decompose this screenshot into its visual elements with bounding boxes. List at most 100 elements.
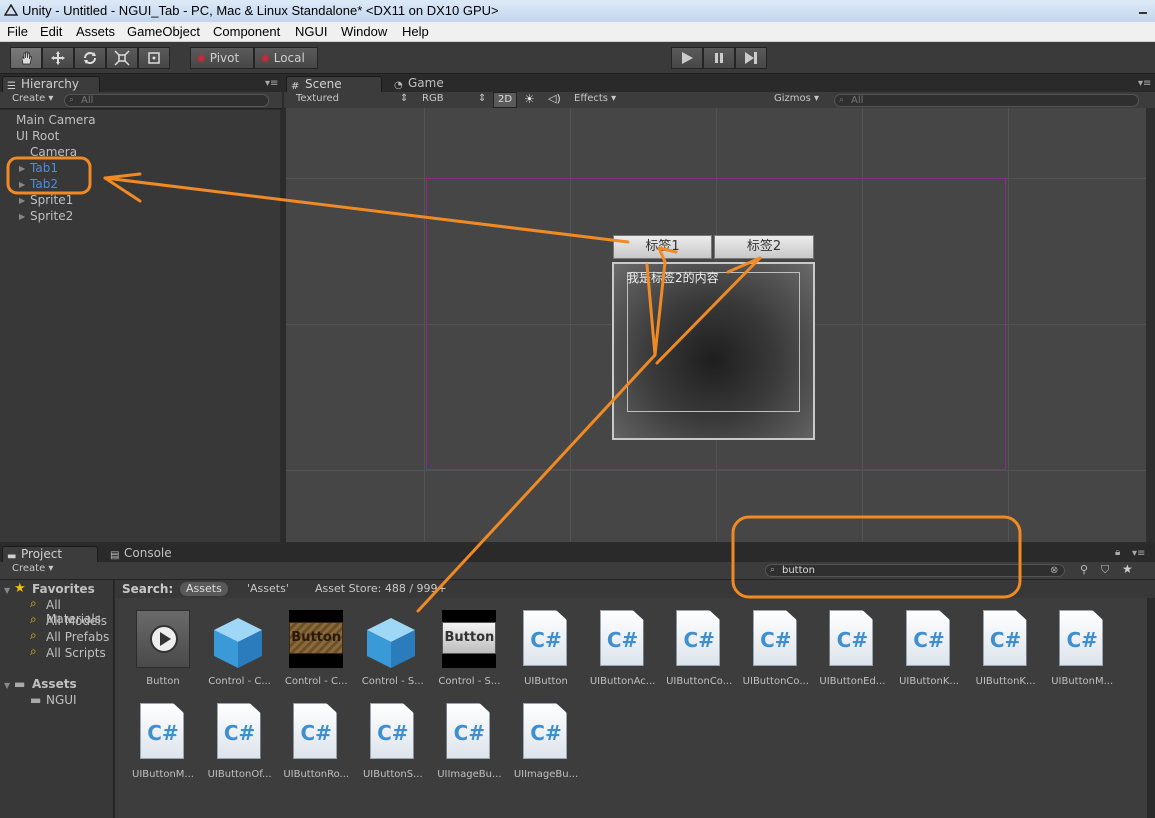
button-prefab-thumbnail xyxy=(136,610,190,668)
panel-menu-icon[interactable]: ▾≡ xyxy=(1132,548,1145,559)
favorites-heading[interactable]: Favorites xyxy=(32,582,95,596)
hierarchy-item-tab2[interactable]: Tab2 xyxy=(30,177,58,191)
assets-folder[interactable]: Assets xyxy=(32,677,77,691)
menu-gameobject[interactable]: GameObject xyxy=(127,24,200,39)
hierarchy-tabbar: ☰ Hierarchy ▾≡ xyxy=(0,75,282,93)
scope-assets-folder[interactable]: 'Assets' xyxy=(247,582,289,595)
move-tool-button[interactable] xyxy=(42,47,74,69)
menu-file[interactable]: File xyxy=(7,24,28,39)
scene-search-placeholder: All xyxy=(851,95,864,106)
color-mode-value: RGB xyxy=(422,93,444,104)
menu-ngui[interactable]: NGUI xyxy=(295,24,328,39)
pivot-toggle[interactable]: ◉ Pivot xyxy=(190,47,254,69)
panel-menu-icon[interactable]: ▾≡ xyxy=(1138,78,1151,89)
tab-hierarchy[interactable]: ☰ Hierarchy xyxy=(2,76,100,93)
play-button[interactable] xyxy=(671,47,703,69)
menu-help[interactable]: Help xyxy=(402,24,429,39)
gizmos-dropdown[interactable]: Gizmos ▾ xyxy=(774,93,819,104)
tab-project[interactable]: ▬ Project xyxy=(2,546,98,563)
scene-tab1-button[interactable]: 标签1 xyxy=(613,235,712,259)
lighting-icon[interactable]: ☀ xyxy=(524,92,535,106)
menu-assets[interactable]: Assets xyxy=(76,24,115,39)
csharp-script-icon: C# xyxy=(446,703,491,759)
project-search-input[interactable]: ⌕ button ⊗ xyxy=(765,564,1065,577)
scene-tabbar: # Scene ◔ Game ▾≡ xyxy=(284,75,1155,93)
shading-mode-dropdown[interactable]: Textured ⇕ xyxy=(296,93,410,104)
favorite-all-scripts[interactable]: All Scripts xyxy=(46,646,106,660)
csharp-script-icon: C# xyxy=(752,610,797,666)
local-toggle[interactable]: ◉ Local xyxy=(254,47,318,69)
project-scrollbar[interactable] xyxy=(1147,598,1155,818)
rect-tool-button[interactable] xyxy=(138,47,170,69)
asset-label: UIImageBu... xyxy=(513,769,579,780)
folder-icon: ▬ xyxy=(30,693,42,707)
pause-button[interactable] xyxy=(703,47,735,69)
panel-menu-icon[interactable]: ▾≡ xyxy=(265,78,278,89)
hierarchy-item-sprite2[interactable]: Sprite2 xyxy=(30,209,73,223)
csharp-script-icon: C# xyxy=(216,703,261,759)
scene-search-input[interactable]: ⌕ All xyxy=(834,94,1139,107)
mode-2d-toggle[interactable]: 2D xyxy=(493,92,517,108)
hierarchy-search-input[interactable]: ⌕ All xyxy=(64,94,269,107)
effects-dropdown[interactable]: Effects ▾ xyxy=(574,93,616,104)
tab-console[interactable]: ▤ Console xyxy=(106,546,186,563)
filter-by-type-icon[interactable]: ⚲ xyxy=(1080,563,1088,576)
expand-arrow-icon[interactable]: ▶ xyxy=(19,164,25,173)
minimize-icon xyxy=(1139,12,1147,14)
hierarchy-item-ui-root[interactable]: UI Root xyxy=(16,129,59,143)
expand-arrow-icon[interactable]: ▶ xyxy=(19,180,25,189)
favorite-all-models[interactable]: All Models xyxy=(46,614,107,628)
minimize-button[interactable] xyxy=(1132,1,1154,19)
filter-by-label-icon[interactable]: ⛉ xyxy=(1101,563,1109,577)
expand-arrow-icon[interactable]: ▶ xyxy=(19,196,25,205)
scope-assets-button[interactable]: Assets xyxy=(180,582,228,596)
gray-button-thumbnail: Button xyxy=(442,610,497,668)
csharp-glyph: C# xyxy=(1066,628,1098,652)
folder-ngui[interactable]: NGUI xyxy=(46,693,77,707)
scope-asset-store[interactable]: Asset Store: 488 / 999+ xyxy=(315,582,447,595)
hierarchy-item-sprite1[interactable]: Sprite1 xyxy=(30,193,73,207)
lock-icon[interactable]: 🔒︎ xyxy=(1115,547,1120,558)
favorite-all-prefabs[interactable]: All Prefabs xyxy=(46,630,109,644)
tab-scene[interactable]: # Scene xyxy=(286,76,382,93)
csharp-script-icon: C# xyxy=(1059,610,1104,666)
csharp-glyph: C# xyxy=(606,628,639,652)
wood-button-text: Button xyxy=(289,622,344,654)
asset-label: UIButtonOf... xyxy=(207,769,272,780)
csharp-glyph: C# xyxy=(836,628,869,652)
tab-game[interactable]: ◔ Game xyxy=(390,76,460,93)
scene-scrollbar[interactable] xyxy=(1146,108,1155,542)
unity-logo-icon xyxy=(4,4,18,16)
project-search-value: button xyxy=(782,565,815,576)
scale-tool-button[interactable] xyxy=(106,47,138,69)
asset-label: UIButtonK... xyxy=(899,676,959,687)
grid-line xyxy=(286,470,1146,471)
menu-window[interactable]: Window xyxy=(341,24,387,39)
project-tab-label: Project xyxy=(21,547,63,561)
rect-icon xyxy=(148,52,160,64)
favorite-star-icon[interactable]: ★ xyxy=(1122,562,1133,576)
menu-component[interactable]: Component xyxy=(213,24,280,39)
step-button[interactable] xyxy=(735,47,767,69)
gizmos-label: Gizmos xyxy=(774,93,811,104)
hand-tool-button[interactable] xyxy=(10,47,42,69)
hierarchy-create-dropdown[interactable]: Create ▾ xyxy=(12,93,53,104)
hierarchy-item-main-camera[interactable]: Main Camera xyxy=(16,113,96,127)
rotate-tool-button[interactable] xyxy=(74,47,106,69)
color-mode-dropdown[interactable]: RGB ⇕ xyxy=(422,93,487,104)
collapse-arrow-icon[interactable]: ▼ xyxy=(4,681,10,690)
menu-edit[interactable]: Edit xyxy=(40,24,62,39)
scene-viewport[interactable]: 标签1 标签2 我是标签2的内容 xyxy=(286,108,1146,542)
scene-tab2-button[interactable]: 标签2 xyxy=(714,235,814,259)
hierarchy-item-tab1[interactable]: Tab1 xyxy=(30,161,58,175)
hand-icon xyxy=(21,51,32,65)
clear-search-icon[interactable]: ⊗ xyxy=(1050,565,1058,576)
project-create-dropdown[interactable]: Create ▾ xyxy=(12,563,53,574)
updown-icon: ⇕ xyxy=(478,93,487,104)
tab-content-text: 我是标签2的内容 xyxy=(627,271,719,285)
audio-icon[interactable]: ◁) xyxy=(548,92,561,105)
collapse-arrow-icon[interactable]: ▼ xyxy=(4,586,10,595)
expand-arrow-icon[interactable]: ▶ xyxy=(19,212,25,221)
hierarchy-item-camera[interactable]: Camera xyxy=(30,145,77,159)
search-icon: ⌕ xyxy=(30,628,37,642)
